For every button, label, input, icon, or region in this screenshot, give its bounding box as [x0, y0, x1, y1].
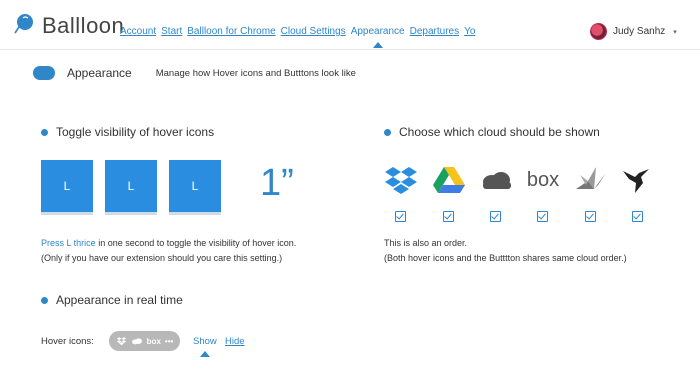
crane-icon[interactable] — [574, 163, 608, 197]
chevron-down-icon[interactable]: ▾ — [673, 28, 677, 36]
toggle-note: Press L thrice in one second to toggle t… — [41, 236, 296, 266]
toggle-note-line2: (Only if you have our extension should y… — [41, 253, 283, 263]
hover-icons-preview: box ••• — [109, 331, 180, 351]
dropbox-icon — [116, 337, 126, 346]
one-second-label: 1” — [260, 162, 294, 204]
hover-icons-label: Hover icons: — [41, 336, 94, 347]
cloud-note-line2: (Both hover icons and the Butttton share… — [384, 253, 627, 263]
dropbox-icon[interactable] — [384, 163, 418, 197]
hummingbird-icon[interactable] — [621, 163, 655, 197]
user-menu[interactable]: Judy Sanhz ▾ — [590, 23, 677, 40]
crane-checkbox[interactable] — [585, 211, 596, 222]
l-key-2: L — [105, 160, 157, 212]
page-description: Manage how Hover icons and Butttons look… — [155, 67, 356, 79]
nav-yo[interactable]: Yo — [464, 26, 475, 37]
avatar[interactable] — [590, 23, 607, 40]
nav-start[interactable]: Start — [161, 26, 182, 37]
toggle-section-heading: Toggle visibility of hover icons — [41, 125, 214, 139]
bullet-dot-icon — [41, 128, 48, 136]
page-title: Appearance — [67, 66, 132, 80]
google-drive-icon[interactable] — [432, 163, 466, 197]
realtime-heading-text: Appearance in real time — [56, 293, 183, 307]
nav-departures[interactable]: Departures — [410, 26, 459, 37]
nav-cloud-settings[interactable]: Cloud Settings — [281, 26, 346, 37]
page-header: Appearance Manage how Hover icons and Bu… — [33, 66, 356, 80]
pill-more-icon: ••• — [164, 336, 174, 346]
hummingbird-checkbox[interactable] — [632, 211, 643, 222]
bullet-dot-icon — [41, 296, 48, 304]
box-icon[interactable]: box — [526, 163, 560, 197]
nav-ballloon-for-chrome[interactable]: Ballloon for Chrome — [187, 26, 275, 37]
dropbox-checkbox[interactable] — [395, 211, 406, 222]
box-label: box — [526, 168, 560, 191]
l-key-1: L — [41, 160, 93, 212]
toggle-note-rest: in one second to toggle the visibility o… — [95, 238, 297, 248]
onedrive-icon[interactable] — [479, 163, 513, 197]
bullet-dot-icon — [384, 128, 391, 136]
toggle-heading-text: Toggle visibility of hover icons — [56, 125, 215, 139]
onedrive-icon — [131, 337, 142, 344]
l-key-3: L — [169, 160, 221, 212]
toggle-note-highlight: Press L thrice — [41, 238, 96, 248]
brand-name[interactable]: Ballloon — [42, 13, 124, 39]
realtime-section-heading: Appearance in real time — [41, 293, 183, 307]
onedrive-checkbox[interactable] — [490, 211, 501, 222]
nav-appearance[interactable]: Appearance — [351, 26, 405, 48]
main-nav: Account Start Ballloon for Chrome Cloud … — [120, 26, 475, 48]
box-checkbox[interactable] — [537, 211, 548, 222]
cloud-heading-text: Choose which cloud should be shown — [399, 125, 600, 139]
hide-button[interactable]: Hide — [225, 336, 245, 347]
cloud-note: This is also an order. (Both hover icons… — [384, 236, 627, 266]
pill-box-label: box — [146, 336, 161, 346]
user-name[interactable]: Judy Sanhz — [613, 26, 665, 37]
cloud-section-heading: Choose which cloud should be shown — [384, 125, 600, 139]
show-button[interactable]: Show — [193, 336, 217, 357]
top-navigation-bar: Ballloon Account Start Ballloon for Chro… — [0, 0, 700, 50]
nav-account[interactable]: Account — [120, 26, 156, 37]
appearance-icon — [33, 66, 55, 80]
cloud-note-line1: This is also an order. — [384, 238, 468, 248]
balloon-logo-icon[interactable] — [12, 12, 36, 36]
google-drive-checkbox[interactable] — [443, 211, 454, 222]
